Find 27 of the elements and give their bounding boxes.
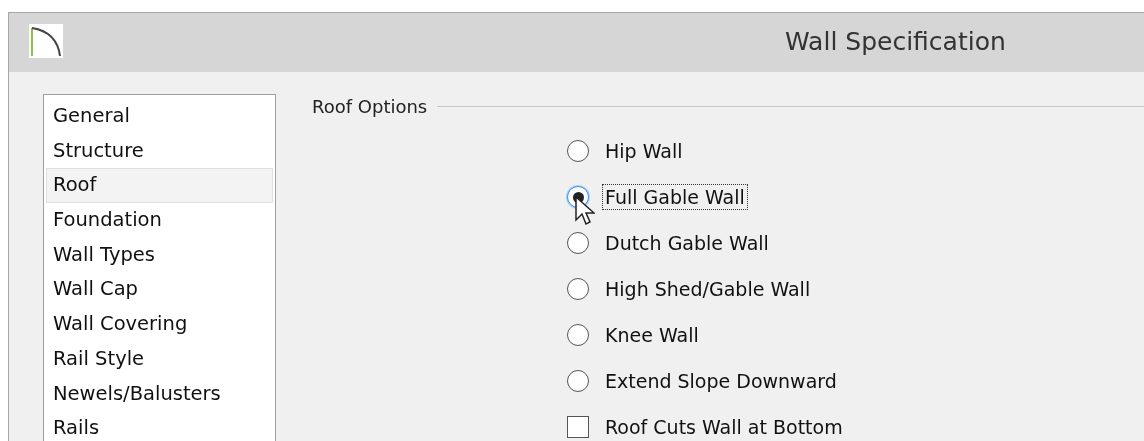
option-label[interactable]: Full Gable Wall xyxy=(602,184,748,210)
option-label[interactable]: Roof Cuts Wall at Bottom xyxy=(602,414,846,440)
radio-button[interactable] xyxy=(567,278,589,300)
option-label[interactable]: Hip Wall xyxy=(602,138,686,164)
sidebar-item[interactable]: Wall Covering xyxy=(46,307,273,342)
sidebar-item[interactable]: Wall Cap xyxy=(46,272,273,308)
radio-button[interactable] xyxy=(567,324,589,346)
sidebar-item[interactable]: Rails xyxy=(46,411,273,441)
window-title: Wall Specification xyxy=(785,27,1006,56)
radio-button[interactable] xyxy=(567,232,589,254)
sidebar-item[interactable]: Roof xyxy=(46,168,273,204)
group-title: Roof Options xyxy=(312,95,429,117)
sidebar-item[interactable]: General xyxy=(46,99,273,134)
option-label[interactable]: High Shed/Gable Wall xyxy=(602,276,814,302)
checkbox[interactable] xyxy=(567,416,589,438)
arc-icon xyxy=(29,23,63,58)
sidebar-item[interactable]: Newels/Balusters xyxy=(46,376,273,412)
option-label[interactable]: Extend Slope Downward xyxy=(602,368,840,394)
option-label[interactable]: Knee Wall xyxy=(602,322,702,348)
cursor-icon xyxy=(575,196,595,226)
sidebar-item[interactable]: Rail Style xyxy=(46,341,273,377)
option-label[interactable]: Dutch Gable Wall xyxy=(602,230,772,256)
sidebar-item[interactable]: Wall Types xyxy=(46,237,273,273)
radio-button[interactable] xyxy=(567,140,589,162)
radio-button[interactable] xyxy=(567,370,589,392)
sidebar-item[interactable]: Structure xyxy=(46,133,273,169)
sidebar-item[interactable]: Foundation xyxy=(46,203,273,238)
